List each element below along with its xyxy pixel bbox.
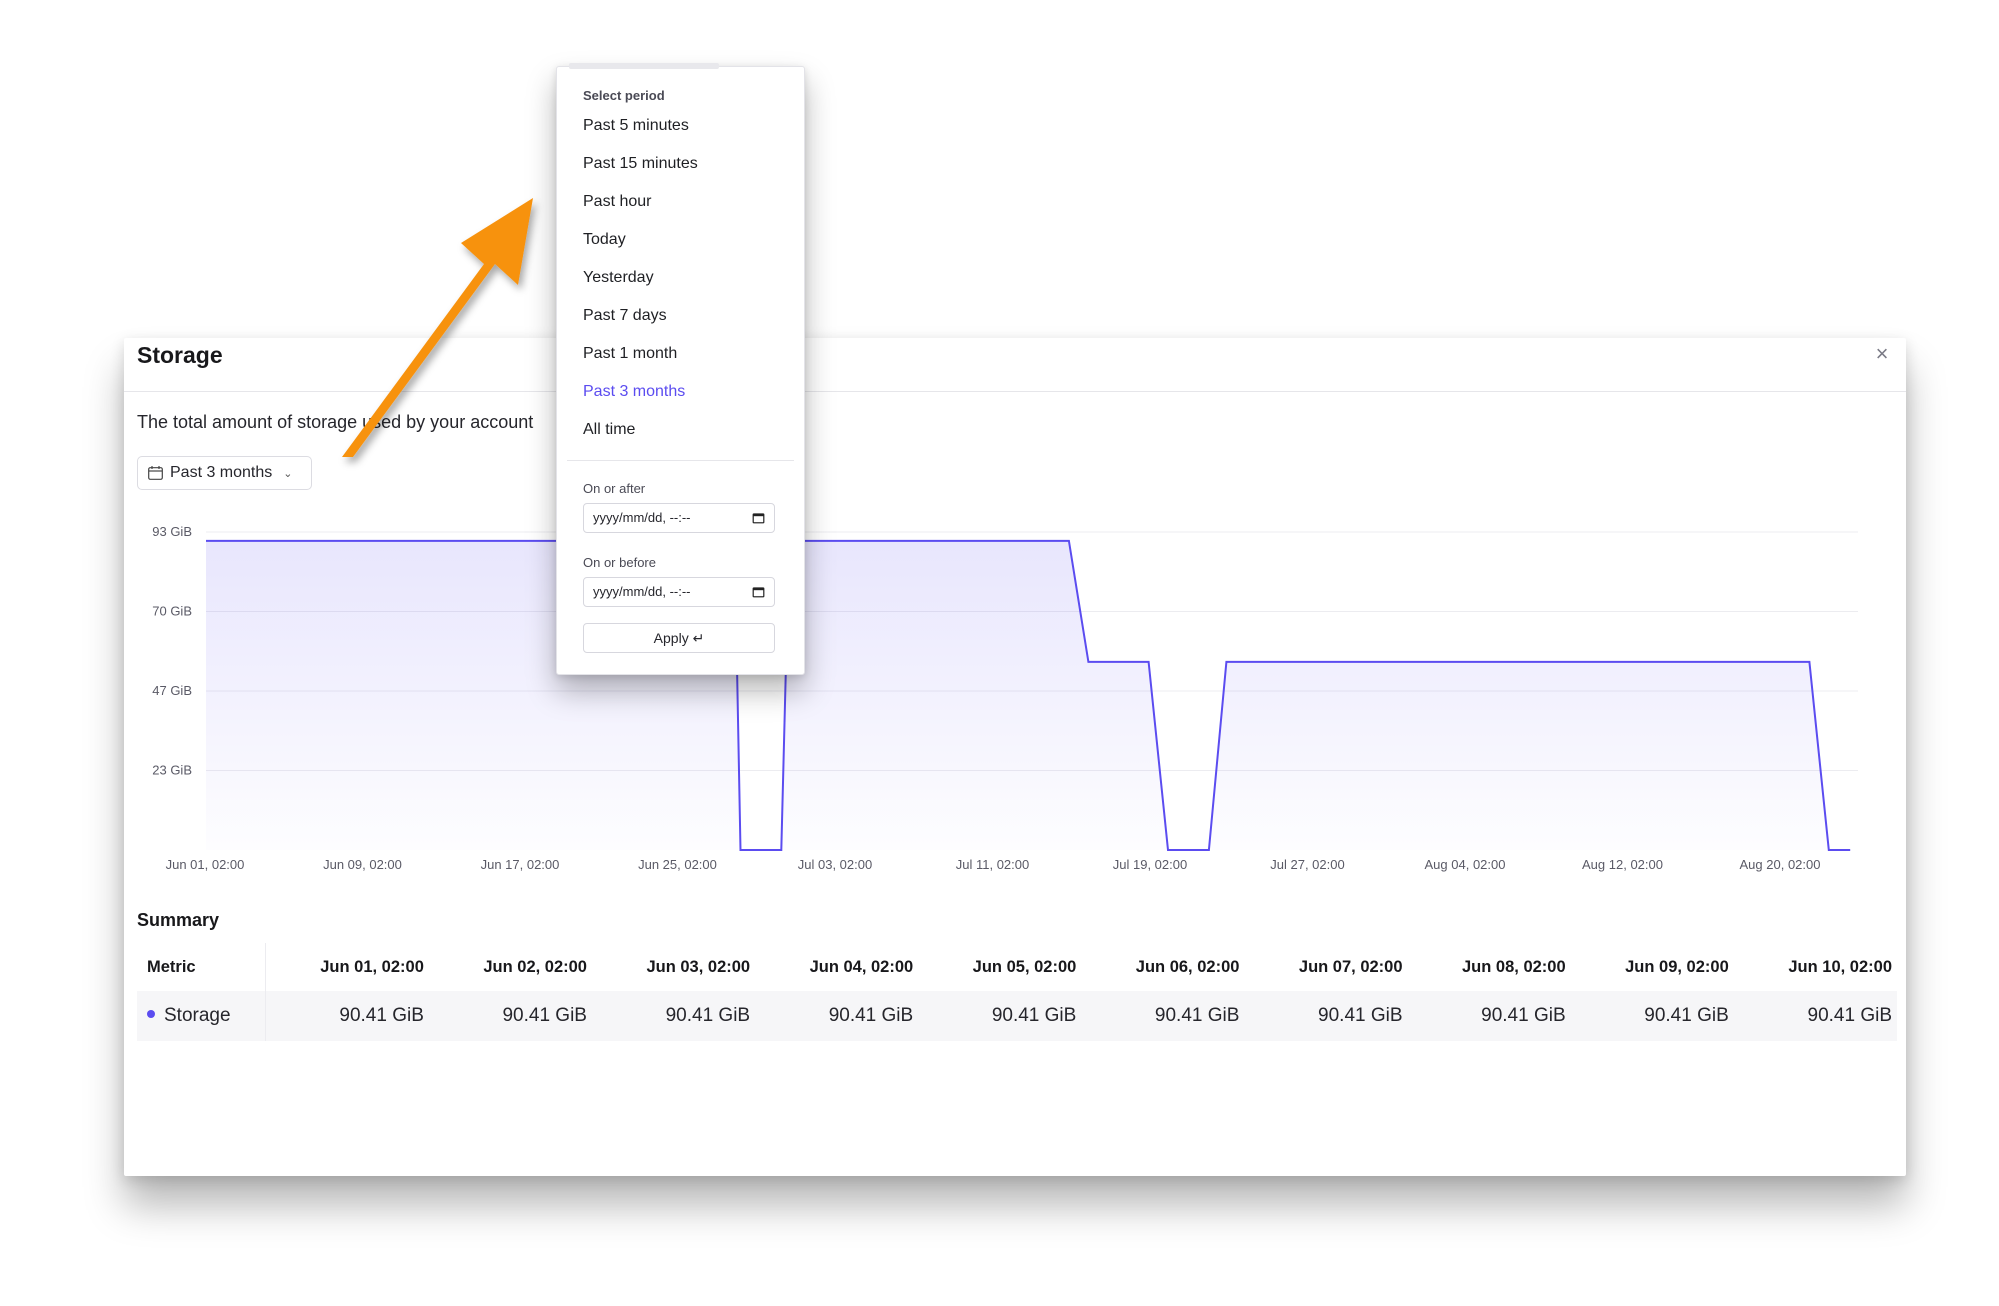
summary-table: Metric Jun 01, 02:00 Jun 02, 02:00 Jun 03,… [137,943,1897,1041]
period-option-all-time[interactable]: All time [557,411,804,449]
x-tick-label: Jun 25, 02:00 [638,857,717,872]
metric-name: Storage [164,1005,231,1026]
value-cell: 90.41 GiB [265,991,429,1041]
x-tick-label: Aug 20, 02:00 [1740,857,1821,872]
value-cell: 90.41 GiB [591,991,756,1041]
apply-button[interactable]: Apply ↵ [583,623,775,653]
x-tick-label: Jun 17, 02:00 [481,857,560,872]
period-dropdown: Select period Past 5 minutes Past 15 minu… [556,63,805,675]
column-header: Jun 02, 02:00 [483,957,587,976]
dropdown-tab [569,63,719,69]
x-tick-label: Aug 12, 02:00 [1582,857,1663,872]
dropdown-divider [567,460,794,461]
column-header: Jun 10, 02:00 [1788,957,1892,976]
storage-legend-dot [147,1009,155,1018]
storage-modal: Storage × The total amount of storage us… [124,338,1906,1176]
period-option-past-7-days[interactable]: Past 7 days [557,297,804,335]
x-tick-label: Aug 04, 02:00 [1425,857,1506,872]
on-or-before-input[interactable]: yyyy/mm/dd, --:-- [583,577,775,607]
value-cell: 90.41 GiB [755,991,919,1041]
storage-area [206,540,1851,850]
x-tick-label: Jun 09, 02:00 [323,857,402,872]
column-header: Jun 03, 02:00 [646,957,751,976]
metric-column-header: Metric [137,943,266,991]
period-option-today[interactable]: Today [557,221,804,259]
column-header: Jun 01, 02:00 [320,957,424,976]
value-cell: 90.41 GiB [1570,991,1734,1041]
x-tick-label: Jul 11, 02:00 [956,857,1029,872]
y-tick-label: 93 GiB [152,524,192,539]
calendar-icon[interactable] [752,586,765,598]
on-or-after-input[interactable]: yyyy/mm/dd, --:-- [583,503,775,533]
y-tick-label: 70 GiB [152,604,192,619]
column-header: Jun 08, 02:00 [1462,957,1566,976]
dropdown-title: Select period [583,88,665,103]
on-or-after-placeholder: yyyy/mm/dd, --:-- [593,510,691,525]
period-select-button[interactable]: Past 3 months ⌄ [137,456,312,490]
period-option-past-5-minutes[interactable]: Past 5 minutes [557,107,804,145]
column-header: Jun 09, 02:00 [1625,957,1729,976]
period-option-past-1-month[interactable]: Past 1 month [557,335,804,373]
metric-cell: Storage [137,991,266,1041]
period-options-list: Past 5 minutes Past 15 minutes Past hour To… [557,107,804,449]
period-option-past-15-minutes[interactable]: Past 15 minutes [557,145,804,183]
storage-chart: 93 GiB 70 GiB 47 GiB 23 GiB Jun 01, 02:00 Ju… [152,524,1858,872]
table-row: Storage 90.41 GiB 90.41 GiB 90.41 GiB 90.41… [137,991,1897,1041]
y-tick-label: 23 GiB [152,763,192,778]
value-cell: 90.41 GiB [1733,991,1897,1041]
x-tick-label: Jul 19, 02:00 [1113,857,1187,872]
period-option-yesterday[interactable]: Yesterday [557,259,804,297]
value-cell: 90.41 GiB [1407,991,1571,1041]
close-icon[interactable]: × [1870,342,1894,366]
period-option-past-3-months[interactable]: Past 3 months [557,373,804,411]
x-tick-label: Jun 01, 02:00 [166,857,245,872]
on-or-before-placeholder: yyyy/mm/dd, --:-- [593,584,691,599]
modal-header: Storage × [124,338,1906,392]
column-header: Jun 05, 02:00 [972,957,1077,976]
x-tick-label: Jul 03, 02:00 [798,857,872,872]
value-cell: 90.41 GiB [918,991,1082,1041]
column-header: Jun 06, 02:00 [1135,957,1240,976]
summary-title: Summary [137,910,220,930]
modal-title: Storage [137,342,223,368]
summary-header-row: Metric Jun 01, 02:00 Jun 02, 02:00 Jun 03,… [137,943,1897,991]
on-or-after-label: On or after [583,481,646,496]
value-cell: 90.41 GiB [428,991,592,1041]
calendar-icon[interactable] [752,512,765,524]
period-option-past-hour[interactable]: Past hour [557,183,804,221]
x-tick-label: Jul 27, 02:00 [1270,857,1344,872]
value-cell: 90.41 GiB [1081,991,1245,1041]
column-header: Jun 07, 02:00 [1298,957,1403,976]
modal-description: The total amount of storage used by your… [137,412,534,432]
column-header: Jun 04, 02:00 [809,957,914,976]
y-tick-label: 47 GiB [152,683,192,698]
calendar-icon [148,466,163,480]
period-select-label: Past 3 months [170,464,273,481]
value-cell: 90.41 GiB [1244,991,1408,1041]
chevron-down-icon: ⌄ [283,467,293,480]
on-or-before-label: On or before [583,555,656,570]
